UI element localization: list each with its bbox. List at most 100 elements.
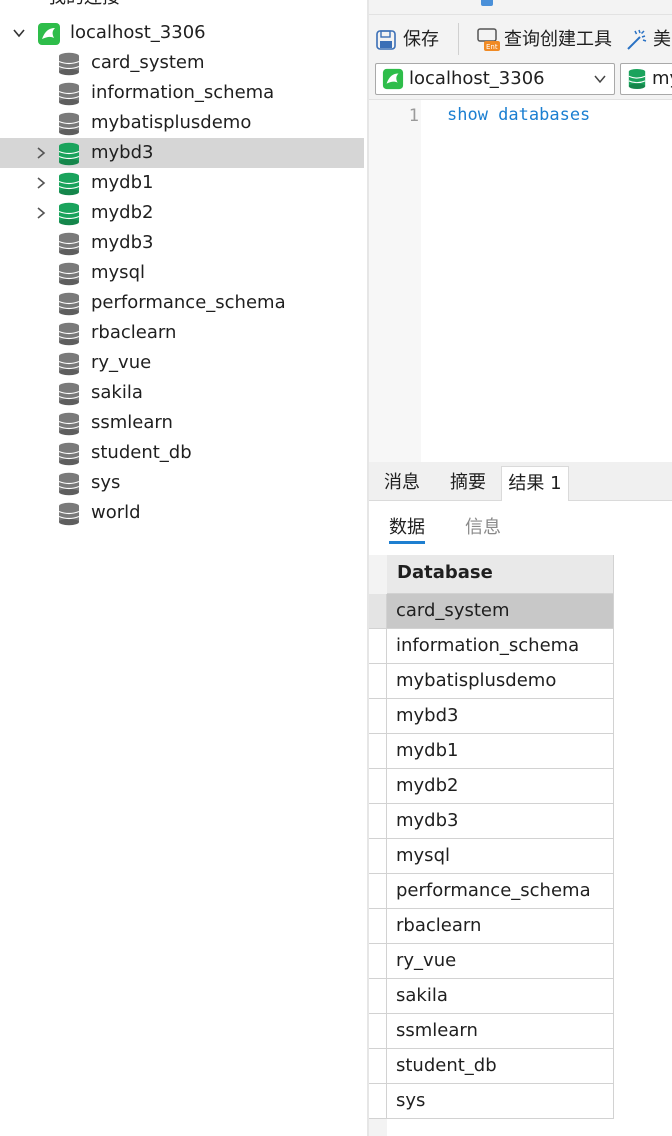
- cell-value: ry_vue: [396, 950, 457, 971]
- grid-column-header[interactable]: Database: [387, 555, 614, 594]
- beautify-label: 美: [653, 29, 671, 50]
- sql-editor[interactable]: 1 show databases: [369, 100, 672, 462]
- mysql-connection-icon: [38, 23, 60, 45]
- row-selector[interactable]: [369, 909, 387, 944]
- mysql-connection-icon: [382, 68, 404, 90]
- database-node[interactable]: rbaclearn: [0, 318, 364, 348]
- database-node[interactable]: mysql: [0, 258, 364, 288]
- table-row[interactable]: mysql: [369, 839, 614, 874]
- row-selector[interactable]: [369, 594, 387, 629]
- table-row[interactable]: sakila: [369, 979, 614, 1014]
- chevron-right-icon[interactable]: [34, 146, 48, 160]
- row-selector[interactable]: [369, 1084, 387, 1119]
- database-node[interactable]: information_schema: [0, 78, 364, 108]
- row-selector[interactable]: [369, 629, 387, 664]
- result-tab[interactable]: 摘要: [436, 466, 500, 500]
- database-node[interactable]: mydb2: [0, 198, 364, 228]
- table-row[interactable]: mybd3: [369, 699, 614, 734]
- row-selector[interactable]: [369, 979, 387, 1014]
- connection-select-value: localhost_3306: [409, 68, 545, 89]
- table-row[interactable]: mybatisplusdemo: [369, 664, 614, 699]
- row-selector[interactable]: [369, 804, 387, 839]
- result-tab[interactable]: 结果 1: [501, 466, 569, 501]
- my-connections-icon: [14, 0, 34, 6]
- table-row[interactable]: ry_vue: [369, 944, 614, 979]
- row-selector[interactable]: [369, 944, 387, 979]
- connection-select[interactable]: localhost_3306: [375, 63, 615, 95]
- table-cell[interactable]: performance_schema: [387, 874, 614, 909]
- table-row[interactable]: performance_schema: [369, 874, 614, 909]
- row-selector[interactable]: [369, 664, 387, 699]
- database-node[interactable]: mybd3: [0, 138, 364, 168]
- row-selector[interactable]: [369, 769, 387, 804]
- table-row[interactable]: rbaclearn: [369, 909, 614, 944]
- connection-node[interactable]: localhost_3306: [0, 18, 364, 48]
- database-icon: [58, 262, 80, 286]
- chevron-down-icon[interactable]: [12, 26, 26, 40]
- database-icon: [58, 352, 80, 376]
- table-row[interactable]: card_system: [369, 594, 614, 629]
- info-sub-tab[interactable]: 信息: [465, 515, 501, 541]
- row-selector[interactable]: [369, 839, 387, 874]
- table-cell[interactable]: ssmlearn: [387, 1014, 614, 1049]
- table-row[interactable]: student_db: [369, 1049, 614, 1084]
- magic-wand-icon: [627, 29, 647, 50]
- table-cell[interactable]: information_schema: [387, 629, 614, 664]
- table-cell[interactable]: mybatisplusdemo: [387, 664, 614, 699]
- database-label: mysql: [91, 262, 145, 283]
- row-selector[interactable]: [369, 1049, 387, 1084]
- database-node[interactable]: student_db: [0, 438, 364, 468]
- database-node[interactable]: sys: [0, 468, 364, 498]
- table-cell[interactable]: mydb3: [387, 804, 614, 839]
- table-cell[interactable]: mydb2: [387, 769, 614, 804]
- table-cell[interactable]: mydb1: [387, 734, 614, 769]
- database-node[interactable]: ry_vue: [0, 348, 364, 378]
- database-node[interactable]: world: [0, 498, 364, 528]
- database-label: ssmlearn: [91, 412, 173, 433]
- table-cell[interactable]: mysql: [387, 839, 614, 874]
- chevron-right-icon[interactable]: [34, 176, 48, 190]
- table-cell[interactable]: card_system: [387, 594, 614, 629]
- database-node[interactable]: sakila: [0, 378, 364, 408]
- table-cell[interactable]: sakila: [387, 979, 614, 1014]
- row-selector[interactable]: [369, 874, 387, 909]
- result-grid[interactable]: Database card_system information_schema my…: [369, 555, 672, 1136]
- save-icon: [376, 30, 396, 50]
- table-cell[interactable]: sys: [387, 1084, 614, 1119]
- database-node[interactable]: card_system: [0, 48, 364, 78]
- row-selector[interactable]: [369, 699, 387, 734]
- table-cell[interactable]: rbaclearn: [387, 909, 614, 944]
- table-cell[interactable]: student_db: [387, 1049, 614, 1084]
- cell-value: performance_schema: [396, 880, 591, 901]
- table-row[interactable]: mydb1: [369, 734, 614, 769]
- database-label: mybd3: [91, 142, 154, 163]
- connection-label: localhost_3306: [70, 22, 206, 43]
- database-node[interactable]: mydb3: [0, 228, 364, 258]
- cell-value: mysql: [396, 845, 450, 866]
- chevron-right-icon[interactable]: [34, 206, 48, 220]
- result-sub-tabs: 数据 信息: [369, 501, 672, 555]
- database-node[interactable]: mydb1: [0, 168, 364, 198]
- sql-code-line[interactable]: show databases: [447, 105, 590, 125]
- table-cell[interactable]: ry_vue: [387, 944, 614, 979]
- database-node[interactable]: performance_schema: [0, 288, 364, 318]
- chevron-down-icon: [594, 75, 606, 84]
- database-icon: [58, 472, 80, 496]
- database-label: mydb2: [91, 202, 154, 223]
- line-number-gutter: 1: [369, 100, 421, 462]
- row-selector[interactable]: [369, 1014, 387, 1049]
- data-sub-tab[interactable]: 数据: [389, 515, 425, 544]
- table-cell[interactable]: mybd3: [387, 699, 614, 734]
- database-node[interactable]: mybatisplusdemo: [0, 108, 364, 138]
- database-node[interactable]: ssmlearn: [0, 408, 364, 438]
- query-tab-icon: [481, 0, 493, 6]
- query-editor-panel: 保存 Ent 查询创建工具 美 localhost_3306 m 1 show …: [369, 0, 672, 1136]
- table-row[interactable]: ssmlearn: [369, 1014, 614, 1049]
- row-selector[interactable]: [369, 734, 387, 769]
- result-tab[interactable]: 消息: [369, 466, 435, 500]
- table-row[interactable]: information_schema: [369, 629, 614, 664]
- database-select[interactable]: my: [620, 63, 672, 95]
- table-row[interactable]: mydb3: [369, 804, 614, 839]
- table-row[interactable]: sys: [369, 1084, 614, 1119]
- table-row[interactable]: mydb2: [369, 769, 614, 804]
